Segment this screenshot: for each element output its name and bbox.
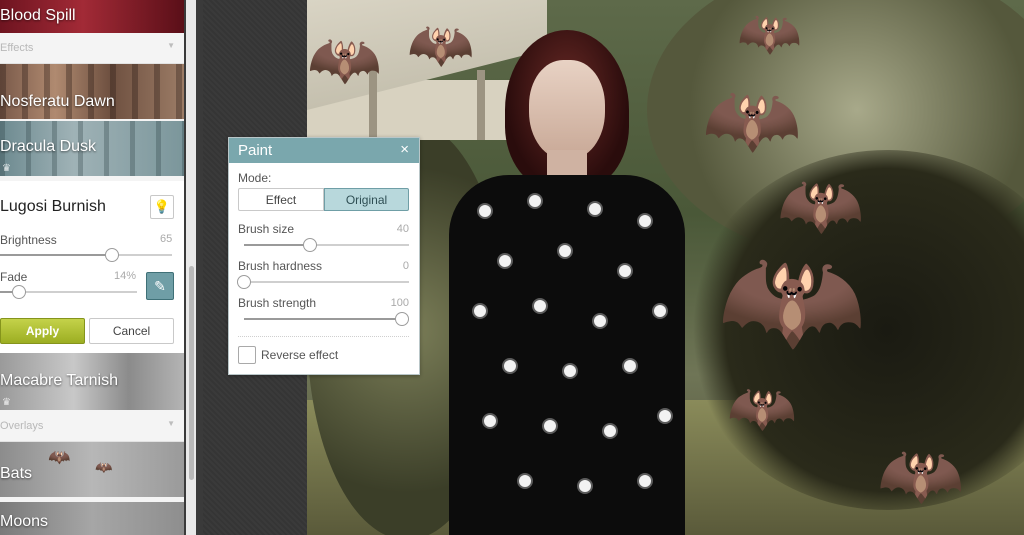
- effects-panel: Blood Spill Effects ▼ Nosferatu Dawn Dra…: [0, 0, 184, 535]
- crown-icon: ♛: [2, 163, 11, 174]
- slider-handle[interactable]: [303, 238, 317, 252]
- bat-icon: 🦇: [48, 447, 71, 467]
- effect-dracula-dusk[interactable]: Dracula Dusk ♛: [0, 121, 184, 176]
- paint-brush-button[interactable]: ✎: [146, 272, 174, 300]
- overlay-bats[interactable]: 🦇 🦇 Bats: [0, 442, 184, 497]
- effect-label: Dracula Dusk: [0, 138, 97, 155]
- photo-house-post: [477, 70, 485, 140]
- mode-label: Mode:: [238, 171, 272, 185]
- slider-handle[interactable]: [237, 275, 251, 289]
- overlay-label: Moons: [0, 513, 49, 530]
- bat-overlay-icon: 🦇: [727, 376, 797, 439]
- bat-overlay-icon: 🦇: [407, 15, 475, 75]
- effect-label: Macabre Tarnish: [0, 372, 118, 389]
- dress-flower: [579, 480, 591, 492]
- dress-flower: [654, 305, 666, 317]
- dialog-title: Paint: [238, 142, 273, 159]
- dress-flower: [594, 315, 606, 327]
- section-label: Effects: [0, 42, 34, 54]
- bat-icon: 🦇: [95, 459, 113, 475]
- reverse-effect-checkbox[interactable]: [238, 346, 256, 364]
- bat-overlay-icon: 🦇: [717, 233, 867, 367]
- slider-handle[interactable]: [105, 248, 119, 262]
- section-effects[interactable]: Effects ▼: [0, 33, 184, 64]
- overlay-moons[interactable]: Moons: [0, 502, 184, 535]
- slider-handle[interactable]: [12, 285, 26, 299]
- effect-macabre-tarnish[interactable]: Macabre Tarnish ♛: [0, 353, 184, 410]
- brush-hardness-label: Brush hardness: [238, 259, 323, 273]
- fade-slider[interactable]: [0, 285, 137, 299]
- apply-button[interactable]: Apply: [0, 318, 85, 344]
- paint-dialog: Paint × Mode: Effect Original Brush size…: [228, 137, 420, 375]
- chevron-down-icon: ▼: [167, 419, 175, 428]
- brightness-label: Brightness: [0, 233, 57, 247]
- dress-flower: [534, 300, 546, 312]
- effect-blood-spill[interactable]: Blood Spill: [0, 0, 184, 33]
- dress-flower: [544, 420, 556, 432]
- effect-label: Nosferatu Dawn: [0, 93, 115, 110]
- dress-flower: [559, 245, 571, 257]
- brush-size-slider[interactable]: [244, 238, 409, 252]
- brightness-value: 65: [160, 233, 173, 245]
- brush-hardness-slider[interactable]: [237, 275, 409, 289]
- bat-overlay-icon: 🦇: [702, 75, 802, 164]
- dress-flower: [619, 265, 631, 277]
- brush-hardness-value: 0: [402, 260, 409, 272]
- dress-flower: [624, 360, 636, 372]
- dress-flower: [484, 415, 496, 427]
- section-overlays[interactable]: Overlays ▼: [0, 411, 184, 442]
- fade-label: Fade: [0, 270, 28, 284]
- active-effect-lugosi-burnish: Lugosi Burnish 💡 Brightness 65 Fade 14% …: [0, 181, 184, 353]
- brush-strength-slider[interactable]: [244, 312, 409, 326]
- panel-scroll-thumb[interactable]: [189, 266, 194, 480]
- effect-label: Blood Spill: [0, 7, 76, 24]
- lightbulb-icon[interactable]: 💡: [150, 195, 174, 219]
- active-effect-title: Lugosi Burnish: [0, 198, 106, 215]
- photo-woman-dress: [449, 175, 685, 535]
- chevron-down-icon: ▼: [167, 41, 175, 50]
- reverse-effect-label[interactable]: Reverse effect: [261, 348, 338, 362]
- brush-strength-label: Brush strength: [238, 296, 317, 310]
- section-label: Overlays: [0, 420, 44, 432]
- dress-flower: [474, 305, 486, 317]
- fade-value: 14%: [114, 270, 137, 282]
- dress-flower: [589, 203, 601, 215]
- slider-handle[interactable]: [395, 312, 409, 326]
- brush-strength-value: 100: [390, 297, 409, 309]
- close-icon[interactable]: ×: [400, 141, 409, 158]
- dress-flower: [499, 255, 511, 267]
- crown-icon: ♛: [2, 397, 11, 408]
- dress-flower: [604, 425, 616, 437]
- dress-flower: [479, 205, 491, 217]
- mode-effect-button[interactable]: Effect: [238, 188, 324, 211]
- dialog-header[interactable]: Paint ×: [229, 138, 419, 163]
- bat-overlay-icon: 🦇: [777, 166, 865, 244]
- brush-icon: ✎: [154, 277, 166, 294]
- dress-flower: [529, 195, 541, 207]
- dress-flower: [639, 475, 651, 487]
- dress-flower: [639, 215, 651, 227]
- dress-flower: [504, 360, 516, 372]
- dress-flower: [659, 410, 671, 422]
- brush-size-label: Brush size: [238, 222, 295, 236]
- bat-overlay-icon: 🦇: [307, 26, 382, 93]
- photo-woman-face: [529, 60, 605, 160]
- overlay-label: Bats: [0, 465, 33, 482]
- brush-size-value: 40: [396, 223, 409, 235]
- effect-nosferatu-dawn[interactable]: Nosferatu Dawn: [0, 64, 184, 119]
- dress-flower: [564, 365, 576, 377]
- brightness-slider[interactable]: [0, 248, 172, 262]
- dress-flower: [519, 475, 531, 487]
- cancel-button[interactable]: Cancel: [89, 318, 174, 344]
- bat-overlay-icon: 🦇: [737, 5, 802, 63]
- mode-original-button[interactable]: Original: [324, 188, 409, 211]
- bat-overlay-icon: 🦇: [877, 436, 965, 514]
- dialog-divider: [238, 336, 409, 337]
